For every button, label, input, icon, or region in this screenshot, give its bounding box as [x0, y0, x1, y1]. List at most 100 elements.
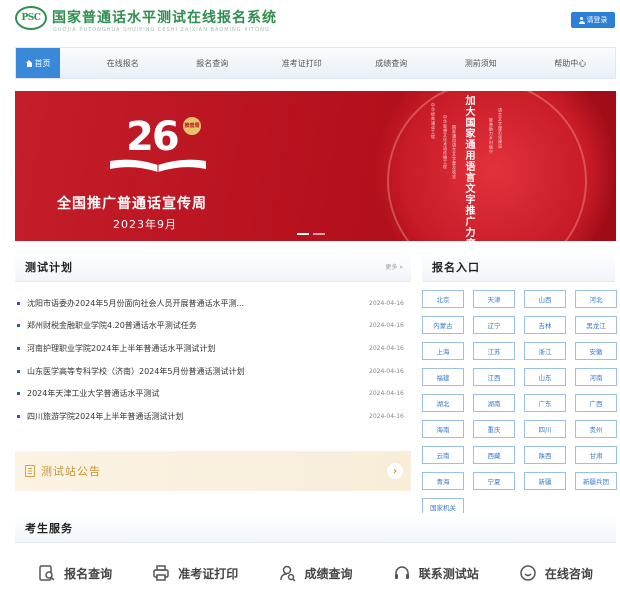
region-button[interactable]: 四川: [524, 420, 566, 438]
region-button[interactable]: 江苏: [473, 342, 515, 360]
service-item[interactable]: 在线咨询: [496, 555, 616, 591]
service-item[interactable]: 报名查询: [15, 555, 135, 591]
region-button[interactable]: 黑龙江: [575, 316, 617, 334]
bullet-icon: [17, 392, 20, 396]
plan-item-date: 2024-04-16: [369, 322, 404, 330]
plan-item-date: 2024-04-16: [369, 412, 404, 420]
region-button[interactable]: 广西: [575, 394, 617, 412]
site-title: 国家普通话水平测试在线报名系统: [52, 10, 277, 26]
region-button[interactable]: 上海: [422, 342, 464, 360]
region-button[interactable]: 河南: [575, 368, 617, 386]
region-button[interactable]: 甘肃: [575, 446, 617, 464]
region-button[interactable]: 安徽: [575, 342, 617, 360]
region-button[interactable]: 海南: [422, 420, 464, 438]
plan-item-title[interactable]: 河南护理职业学院2024年上半年普通话水平测试计划: [27, 343, 327, 354]
region-button[interactable]: 西藏: [473, 446, 515, 464]
region-button[interactable]: 重庆: [473, 420, 515, 438]
login-button[interactable]: 请登录: [571, 12, 615, 28]
service-label: 报名查询: [64, 566, 113, 581]
nav-item-label: 帮助中心: [554, 58, 587, 68]
region-button[interactable]: 天津: [473, 290, 515, 308]
region-button[interactable]: 北京: [422, 290, 464, 308]
plan-header: 测试计划 更多 »: [15, 252, 411, 282]
plan-item-title[interactable]: 2024年天津工业大学普通话水平测试: [27, 388, 327, 399]
nav-item-3[interactable]: 准考证打印: [257, 48, 347, 78]
plan-row[interactable]: 2024年天津工业大学普通话水平测试 2024-04-16: [15, 382, 411, 405]
nav-item-5[interactable]: 测前须知: [436, 48, 526, 78]
bullet-icon: [17, 414, 20, 418]
chevron-right-icon[interactable]: ›: [387, 463, 403, 479]
service-item[interactable]: 成绩查询: [255, 555, 375, 591]
slide-dot[interactable]: [297, 233, 309, 235]
plan-item-title[interactable]: 沈阳市语委办2024年5月份面向社会人员开展普通话水平测...: [27, 298, 327, 309]
plan-more-link[interactable]: 更多 »: [385, 262, 403, 271]
region-button[interactable]: 吉林: [524, 316, 566, 334]
region-button[interactable]: 辽宁: [473, 316, 515, 334]
site-subtitle: GUOJIA PUTONGHUA SHUIPING CESHI ZAIXIAN …: [53, 27, 270, 33]
banner-vertical-line: 语言文字规范化建设: [498, 108, 503, 149]
nav-item-label: 报名查询: [196, 58, 229, 68]
bullet-icon: [17, 369, 20, 373]
nav-item-2[interactable]: 报名查询: [168, 48, 258, 78]
plan-item-title[interactable]: 山东医学高等专科学校（济南）2024年5月份普通话测试计划: [27, 366, 327, 377]
banner-pagination: [297, 233, 325, 235]
plan-title: 测试计划: [25, 260, 73, 274]
region-button[interactable]: 新疆兵团: [575, 472, 617, 490]
region-button[interactable]: 湖南: [473, 394, 515, 412]
region-button[interactable]: 陕西: [524, 446, 566, 464]
region-button[interactable]: 云南: [422, 446, 464, 464]
service-item[interactable]: 准考证打印: [135, 555, 255, 591]
bullet-icon: [17, 301, 20, 305]
nav-item-6[interactable]: 帮助中心: [526, 48, 616, 78]
hero-banner[interactable]: [15, 91, 616, 241]
region-button[interactable]: 山东: [524, 368, 566, 386]
region-button[interactable]: 山西: [524, 290, 566, 308]
region-button[interactable]: 浙江: [524, 342, 566, 360]
plan-row[interactable]: 沈阳市语委办2024年5月份面向社会人员开展普通话水平测... 2024-04-1…: [15, 292, 411, 315]
banner-vertical-main: 加大国家通用语言文字推广力度: [463, 95, 474, 249]
region-button[interactable]: 宁夏: [473, 472, 515, 490]
plan-row[interactable]: 山东医学高等专科学校（济南）2024年5月份普通话测试计划 2024-04-16: [15, 360, 411, 383]
banner-date: 2023年9月: [113, 218, 177, 231]
region-button[interactable]: 青海: [422, 472, 464, 490]
bullet-icon: [17, 346, 20, 350]
plan-row[interactable]: 四川旅游学院2024年上半年普通话测试计划 2024-04-16: [15, 405, 411, 428]
login-label: 请登录: [586, 16, 608, 24]
region-button[interactable]: 内蒙古: [422, 316, 464, 334]
region-button[interactable]: 河北: [575, 290, 617, 308]
nav-item-label: 准考证打印: [281, 58, 322, 68]
region-button[interactable]: 湖北: [422, 394, 464, 412]
user-search-icon: [279, 564, 297, 582]
slide-dot[interactable]: [313, 233, 325, 235]
service-label: 准考证打印: [178, 566, 239, 581]
notice-doc-icon: [25, 465, 35, 477]
plan-item-date: 2024-04-16: [369, 299, 404, 307]
registration-entry: 北京 天津 山西 河北内蒙古 辽宁 吉林 黑龙江上海 江苏 浙江 安徽福建 江西 山东 河南湖北 湖南 广东…: [422, 284, 617, 516]
psc-logo[interactable]: PSC: [15, 6, 47, 30]
region-button[interactable]: 福建: [422, 368, 464, 386]
plan-row[interactable]: 河南护理职业学院2024年上半年普通话水平测试计划 2024-04-16: [15, 337, 411, 360]
region-button[interactable]: 江西: [473, 368, 515, 386]
nav-item-4[interactable]: 成绩查询: [347, 48, 437, 78]
banner-ring: [387, 91, 587, 241]
banner-vertical-line: 推普助力乡村振兴: [489, 118, 494, 154]
nav-item-label: 测前须知: [464, 58, 497, 68]
nav-item-1[interactable]: 在线报名: [78, 48, 168, 78]
nav-item-label: 首页: [34, 58, 51, 68]
plan-row[interactable]: 郑州财税金融职业学院4.20普通话水平测试任务 2024-04-16: [15, 315, 411, 338]
notice-bar[interactable]: 测试站公告 ›: [15, 451, 411, 491]
region-button[interactable]: 贵州: [575, 420, 617, 438]
region-button[interactable]: 广东: [524, 394, 566, 412]
nav-item-label: 成绩查询: [375, 58, 408, 68]
nav-item-label: 在线报名: [106, 58, 139, 68]
service-item[interactable]: 联系测试站: [376, 555, 496, 591]
plan-list: 沈阳市语委办2024年5月份面向社会人员开展普通话水平测... 2024-04-1…: [15, 292, 411, 428]
plan-item-title[interactable]: 郑州财税金融职业学院4.20普通话水平测试任务: [27, 320, 327, 331]
chat-icon: [519, 564, 537, 582]
service-label: 成绩查询: [304, 566, 353, 581]
region-button[interactable]: 新疆: [524, 472, 566, 490]
services-row: 报名查询 准考证打印 成绩查询 联系测试站 在线咨询: [15, 555, 616, 591]
main-nav: 首页 在线报名 报名查询 准考证打印 成绩查询 测前须知 帮助中心: [15, 47, 616, 79]
nav-item-0[interactable]: 首页: [16, 48, 60, 78]
plan-item-title[interactable]: 四川旅游学院2024年上半年普通话测试计划: [27, 411, 327, 422]
